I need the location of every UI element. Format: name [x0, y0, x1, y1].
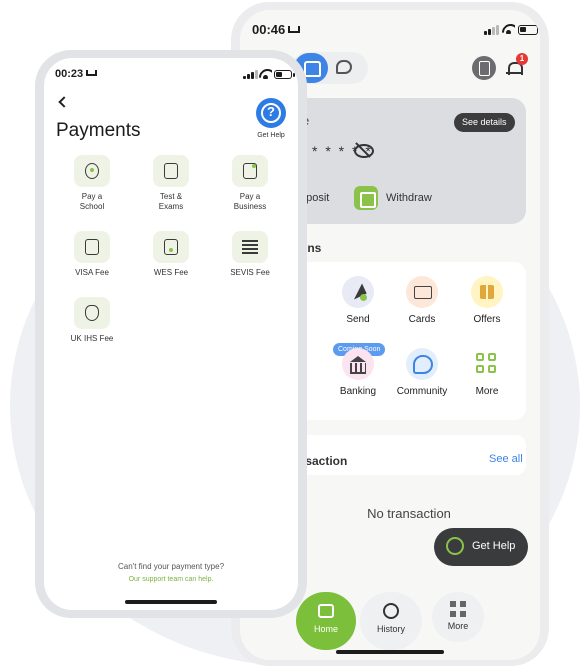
offers-action[interactable]: Offers [457, 276, 517, 325]
wifi-icon [502, 24, 515, 34]
send-label: Send [346, 314, 370, 325]
nav-more-label: More [447, 621, 469, 631]
status-bar: 00:46 [252, 22, 540, 42]
flag-icon [232, 231, 268, 263]
tile-sevis-fee[interactable]: SEVIS Fee [215, 231, 285, 278]
passport-icon [74, 231, 110, 263]
card-icon [406, 276, 438, 308]
tile-label-line2: School [79, 202, 105, 211]
tile-label: SEVIS Fee [230, 268, 270, 277]
home-indicator [125, 600, 217, 604]
withdraw-button[interactable]: Withdraw [386, 192, 432, 204]
see-all-link[interactable]: See all [489, 453, 523, 465]
signal-icon [484, 25, 499, 35]
question-mark-icon: ? [267, 104, 275, 119]
gift-icon [471, 276, 503, 308]
home-icon [318, 604, 334, 618]
nav-history-label: History [376, 624, 405, 634]
get-help-label[interactable]: Get Help [250, 132, 292, 139]
document-icon[interactable] [472, 56, 496, 80]
school-shield-icon [74, 155, 110, 187]
nav-history[interactable]: History [360, 592, 422, 650]
bed-icon [288, 26, 301, 33]
tile-pay-business[interactable]: Pay a Business [215, 155, 285, 212]
tile-wes-fee[interactable]: WES Fee [136, 231, 206, 278]
tile-label: UK IHS Fee [70, 334, 114, 343]
tile-label-line1: Test & [159, 192, 183, 201]
tile-label-line2: Exams [158, 202, 184, 211]
battery-icon [274, 70, 295, 79]
support-icon [446, 537, 464, 555]
wifi-icon [259, 69, 272, 79]
send-icon [342, 276, 374, 308]
tile-label: VISA Fee [75, 268, 109, 277]
signal-icon [243, 70, 258, 79]
support-link[interactable]: Our support team can help. [44, 576, 298, 583]
tile-label-line1: Pay a [239, 192, 261, 201]
tile-label: WES Fee [153, 268, 189, 277]
eye-off-icon[interactable] [354, 142, 374, 158]
more-action[interactable]: More [457, 348, 517, 397]
chat-tab-icon[interactable] [336, 60, 352, 74]
invoice-arrow-icon [232, 155, 268, 187]
bank-icon [342, 348, 374, 380]
status-bar: 00:23 [55, 68, 295, 86]
notification-badge: 1 [516, 53, 528, 65]
grid-icon [471, 348, 503, 380]
back-chevron-icon[interactable] [58, 96, 70, 108]
status-time: 00:46 [252, 22, 301, 37]
nav-more[interactable]: More [432, 592, 484, 642]
cards-action[interactable]: Cards [392, 276, 452, 325]
cards-label: Cards [408, 314, 436, 325]
bed-icon [86, 70, 98, 76]
exam-icon [153, 155, 189, 187]
tile-visa-fee[interactable]: VISA Fee [57, 231, 127, 278]
get-help-fab[interactable]: Get Help [434, 528, 528, 566]
battery-icon [518, 25, 540, 35]
send-action[interactable]: Send [328, 276, 388, 325]
withdraw-icon[interactable] [354, 186, 378, 210]
tile-pay-school[interactable]: Pay a School [57, 155, 127, 212]
status-time: 00:23 [55, 68, 98, 80]
community-label: Community [396, 386, 448, 397]
home-indicator [336, 650, 444, 654]
history-icon [383, 603, 399, 619]
apps-icon [450, 601, 466, 617]
community-action[interactable]: Community [392, 348, 452, 397]
page-title: Payments [56, 120, 141, 141]
more-label: More [475, 386, 499, 397]
footer-question: Can't find your payment type? [117, 562, 225, 571]
tile-test-exams[interactable]: Test & Exams [136, 155, 206, 212]
see-details-button[interactable]: See details [454, 113, 515, 132]
certificate-icon [153, 231, 189, 263]
banking-label: Banking [339, 386, 377, 397]
get-help-label: Get Help [472, 540, 516, 552]
tile-label-line1: Pay a [81, 192, 103, 201]
chat-bubble-icon [406, 348, 438, 380]
tile-label-line2: Business [233, 202, 267, 211]
banking-action[interactable]: Banking [328, 348, 388, 397]
nav-home-label: Home [313, 624, 338, 634]
offers-label: Offers [473, 314, 501, 325]
nav-home[interactable]: Home [296, 592, 356, 650]
crest-icon [74, 297, 110, 329]
front-phone-screen: 00:23 ? Get Help Payments Pay a School T… [44, 58, 298, 610]
tile-uk-ihs-fee[interactable]: UK IHS Fee [57, 297, 127, 344]
